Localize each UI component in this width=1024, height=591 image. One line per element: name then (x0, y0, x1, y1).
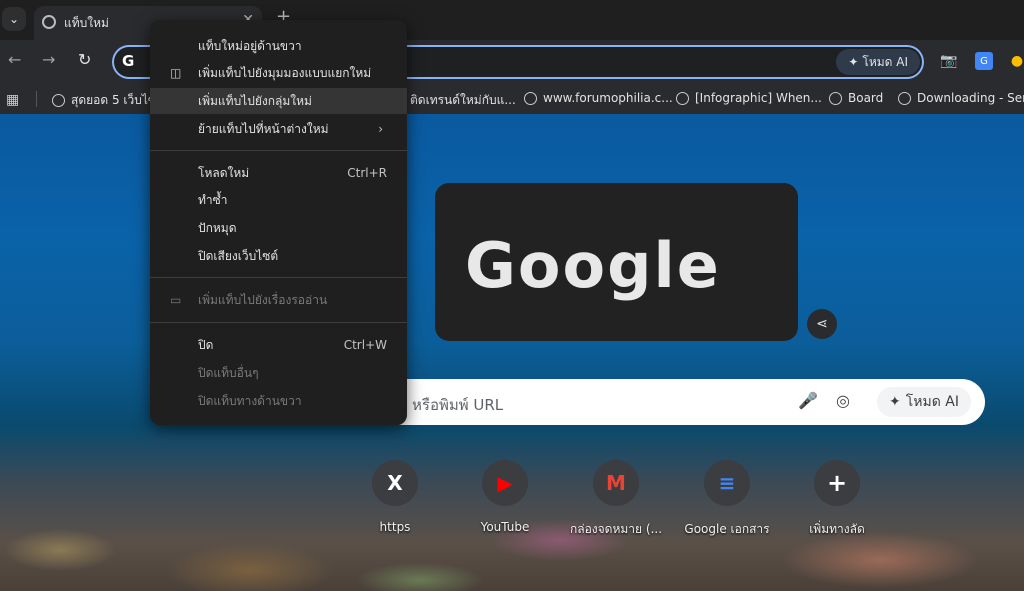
menu-item-new-tab-right[interactable]: แท็บใหม่อยู่ด้านขวา (150, 33, 407, 59)
youtube-icon: ▶ (482, 460, 528, 506)
google-docs-icon: ≡ (704, 460, 750, 506)
reading-list-icon: ▭ (170, 293, 182, 307)
menu-item-label: ย้ายแท็บไปที่หน้าต่างใหม่ (198, 121, 329, 136)
shortcut-label: YouTube (480, 520, 530, 534)
share-button[interactable]: ⋖ (807, 309, 837, 339)
menu-item-label: ทำซ้ำ (198, 192, 228, 207)
tab-search-button[interactable]: ⌄ (2, 7, 26, 31)
shortcut-label: เพิ่มทางลัด (809, 522, 865, 536)
tab-title: แท็บใหม่ (64, 16, 109, 30)
camera-icon[interactable]: 📷 (940, 52, 958, 70)
menu-item-reading-list[interactable]: ▭ เพิ่มแท็บไปยังเรื่องรออ่าน (150, 287, 407, 313)
shortcut-label: Google เอกสาร (684, 522, 770, 536)
search-input[interactable]: e หรือพิมพ์ URL (398, 393, 503, 417)
divider (150, 277, 407, 278)
tab-context-menu: แท็บใหม่อยู่ด้านขวา ◫ เพิ่มแท็บไปยังมุมมอ… (150, 20, 407, 425)
shortcut-tile[interactable]: ≡ Google เอกสาร (679, 460, 775, 539)
bookmark-label: www.forumophilia.c... (543, 91, 673, 105)
menu-item-move-to-window[interactable]: ย้ายแท็บไปที่หน้าต่างใหม่ › (150, 116, 407, 142)
menu-item-split-view[interactable]: ◫ เพิ่มแท็บไปยังมุมมองแบบแยกใหม่ (150, 60, 407, 86)
back-button[interactable]: ← (8, 50, 21, 69)
menu-item-label: ปิดเสียงเว็บไซต์ (198, 248, 279, 263)
bookmark-item[interactable]: ติดเทรนด์ใหม่กับแ... (410, 91, 516, 110)
x-icon: X (372, 460, 418, 506)
plus-icon: + (814, 460, 860, 506)
bookmark-item[interactable]: [Infographic] When... (676, 91, 822, 105)
menu-item-label: เพิ่มแท็บไปยังมุมมองแบบแยกใหม่ (198, 65, 372, 80)
globe-icon (52, 94, 65, 107)
bookmark-item[interactable]: www.forumophilia.c... (524, 91, 673, 105)
menu-item-label: แท็บใหม่อยู่ด้านขวา (198, 38, 302, 53)
menu-item-mute-site[interactable]: ปิดเสียงเว็บไซต์ (150, 243, 407, 269)
divider (36, 91, 37, 107)
bookmark-label: [Infographic] When... (695, 91, 822, 105)
menu-item-label: เพิ่มแท็บไปยังกลุ่มใหม่ (198, 93, 312, 108)
menu-item-close-right[interactable]: ปิดแท็บทางด้านขวา (150, 388, 407, 414)
globe-icon (829, 91, 842, 105)
menu-item-reload[interactable]: โหลดใหม่ Ctrl+R (150, 160, 407, 186)
chevron-down-icon: ⌄ (8, 12, 20, 26)
menu-item-label: ปิดแท็บทางด้านขวา (198, 393, 302, 408)
shortcut-label: https (379, 520, 411, 534)
translate-icon[interactable]: G (975, 52, 993, 70)
menu-item-label: ปิด (198, 337, 214, 352)
menu-item-label: เพิ่มแท็บไปยังเรื่องรออ่าน (198, 292, 328, 307)
bookmark-item[interactable]: Downloading - Sen... (898, 91, 1024, 105)
globe-icon (524, 91, 537, 105)
sparkle-search-icon: ✦ (848, 55, 859, 69)
split-view-icon: ◫ (170, 66, 182, 80)
chrome-icon (42, 15, 56, 29)
divider (150, 322, 407, 323)
ai-mode-label: โหมด AI (862, 54, 908, 69)
bookmark-label: Downloading - Sen... (917, 91, 1024, 105)
globe-icon (898, 91, 911, 105)
bookmark-label: Board (848, 91, 884, 105)
menu-item-add-to-group[interactable]: เพิ่มแท็บไปยังกลุ่มใหม่ (150, 88, 407, 114)
menu-item-pin[interactable]: ปักหมุด (150, 215, 407, 241)
sparkle-search-icon: ✦ (889, 394, 901, 410)
shortcut-tile[interactable]: X https (347, 460, 443, 534)
menu-item-label: โหลดใหม่ (198, 165, 250, 180)
google-icon: G (122, 52, 135, 70)
menu-item-close-others[interactable]: ปิดแท็บอื่นๆ (150, 360, 407, 386)
extension-icon[interactable]: ● (1008, 52, 1024, 70)
menu-item-label: ปักหมุด (198, 220, 237, 235)
ai-mode-label: โหมด AI (905, 394, 959, 410)
ai-mode-button[interactable]: ✦ โหมด AI (836, 49, 920, 75)
search-ai-mode-button[interactable]: ✦ โหมด AI (877, 387, 971, 417)
microphone-icon[interactable]: 🎤 (798, 391, 818, 410)
menu-item-close[interactable]: ปิด Ctrl+W (150, 332, 407, 358)
shortcut-label: กล่องจดหมาย (... (569, 522, 663, 536)
divider (150, 150, 407, 151)
shortcut-hint: Ctrl+W (343, 338, 387, 352)
bookmark-label: ติดเทรนด์ใหม่กับแ... (410, 93, 516, 107)
shortcut-tile[interactable]: M กล่องจดหมาย (... (568, 460, 664, 539)
google-doodle[interactable]: Google (435, 183, 798, 341)
lens-icon[interactable]: ◎ (836, 391, 850, 410)
forward-button[interactable]: → (42, 50, 55, 69)
reload-button[interactable]: ↻ (78, 50, 91, 69)
globe-icon (676, 91, 689, 105)
search-box[interactable]: e หรือพิมพ์ URL 🎤 ◎ ✦ โหมด AI (380, 379, 985, 425)
shortcut-tile[interactable]: ▶ YouTube (457, 460, 553, 534)
add-shortcut-tile[interactable]: + เพิ่มทางลัด (789, 460, 885, 539)
chevron-right-icon: › (378, 122, 383, 136)
bookmark-item[interactable]: Board (829, 91, 883, 105)
doodle-logo: Google (465, 229, 721, 302)
gmail-icon: M (593, 460, 639, 506)
apps-icon[interactable]: ▦ (6, 92, 19, 108)
shortcut-hint: Ctrl+R (347, 166, 387, 180)
menu-item-label: ปิดแท็บอื่นๆ (198, 365, 259, 380)
menu-item-duplicate[interactable]: ทำซ้ำ (150, 187, 407, 213)
share-icon: ⋖ (816, 316, 828, 332)
